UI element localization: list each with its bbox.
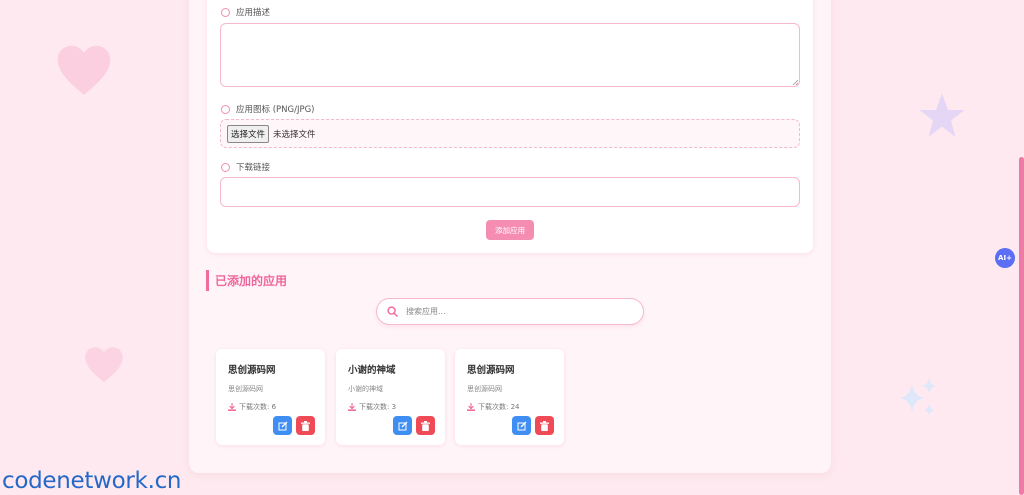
- sparkle-decoration-icon: [900, 378, 936, 416]
- icon-file-dropzone[interactable]: 选择文件 未选择文件: [220, 119, 800, 148]
- search-bar[interactable]: 搜索应用...: [376, 298, 644, 325]
- edit-icon: [398, 421, 407, 430]
- app-description: 思创源码网: [467, 385, 502, 393]
- description-label: 应用描述: [236, 8, 271, 18]
- edit-icon: [517, 421, 526, 430]
- edit-button[interactable]: [393, 416, 412, 435]
- edit-button[interactable]: [273, 416, 292, 435]
- download-icon: [228, 403, 236, 411]
- ai-assistant-button[interactable]: AI+: [995, 248, 1015, 268]
- trash-icon: [421, 420, 430, 431]
- link-label: 下载链接: [236, 163, 271, 173]
- app-card: 思创源码网 思创源码网 下载次数: 6: [216, 349, 325, 445]
- delete-button[interactable]: [535, 416, 554, 435]
- description-label-row: 应用描述: [221, 6, 270, 18]
- download-link-input[interactable]: [220, 177, 800, 207]
- search-icon: [387, 306, 398, 317]
- download-count: 下载次数: 24: [467, 402, 564, 412]
- download-count: 下载次数: 3: [348, 402, 445, 412]
- download-count-text: 下载次数: 24: [478, 403, 520, 411]
- app-name: 思创源码网: [228, 365, 276, 376]
- trash-icon: [540, 420, 549, 431]
- scrollbar[interactable]: [1018, 0, 1024, 495]
- app-card: 小谢的神域 小谢的神域 下载次数: 3: [336, 349, 445, 445]
- icon-label-row: 应用图标 (PNG/JPG): [221, 103, 315, 115]
- resize-handle-icon[interactable]: [792, 79, 798, 85]
- app-description: 小谢的神域: [348, 385, 383, 393]
- download-icon: [467, 403, 475, 411]
- delete-button[interactable]: [296, 416, 315, 435]
- icon-label: 应用图标 (PNG/JPG): [236, 105, 315, 115]
- app-name: 小谢的神域: [348, 365, 396, 376]
- apps-section-title: 已添加的应用: [206, 270, 287, 291]
- app-name: 思创源码网: [467, 365, 515, 376]
- file-status: 未选择文件: [273, 129, 316, 140]
- app-description: 思创源码网: [228, 385, 263, 393]
- edit-button[interactable]: [512, 416, 531, 435]
- circle-icon: [221, 162, 230, 172]
- app-card: 思创源码网 思创源码网 下载次数: 24: [455, 349, 564, 445]
- watermark: codenetwork.cn: [2, 468, 182, 494]
- description-textarea[interactable]: [220, 23, 800, 87]
- star-decoration-icon: [919, 93, 965, 137]
- circle-icon: [221, 7, 230, 17]
- edit-icon: [278, 421, 287, 430]
- download-count-text: 下载次数: 6: [239, 403, 277, 411]
- search-input[interactable]: 搜索应用...: [406, 306, 446, 317]
- circle-icon: [221, 104, 230, 114]
- download-count-text: 下载次数: 3: [359, 403, 397, 411]
- trash-icon: [301, 420, 310, 431]
- add-app-button[interactable]: 添加应用: [486, 220, 534, 240]
- heart-decoration-icon: [85, 347, 123, 383]
- choose-file-button[interactable]: 选择文件: [227, 124, 270, 143]
- heart-decoration-icon: [57, 45, 111, 95]
- link-label-row: 下载链接: [221, 161, 270, 173]
- delete-button[interactable]: [416, 416, 435, 435]
- download-count: 下载次数: 6: [228, 402, 325, 412]
- scrollbar-thumb[interactable]: [1019, 157, 1024, 495]
- download-icon: [348, 403, 356, 411]
